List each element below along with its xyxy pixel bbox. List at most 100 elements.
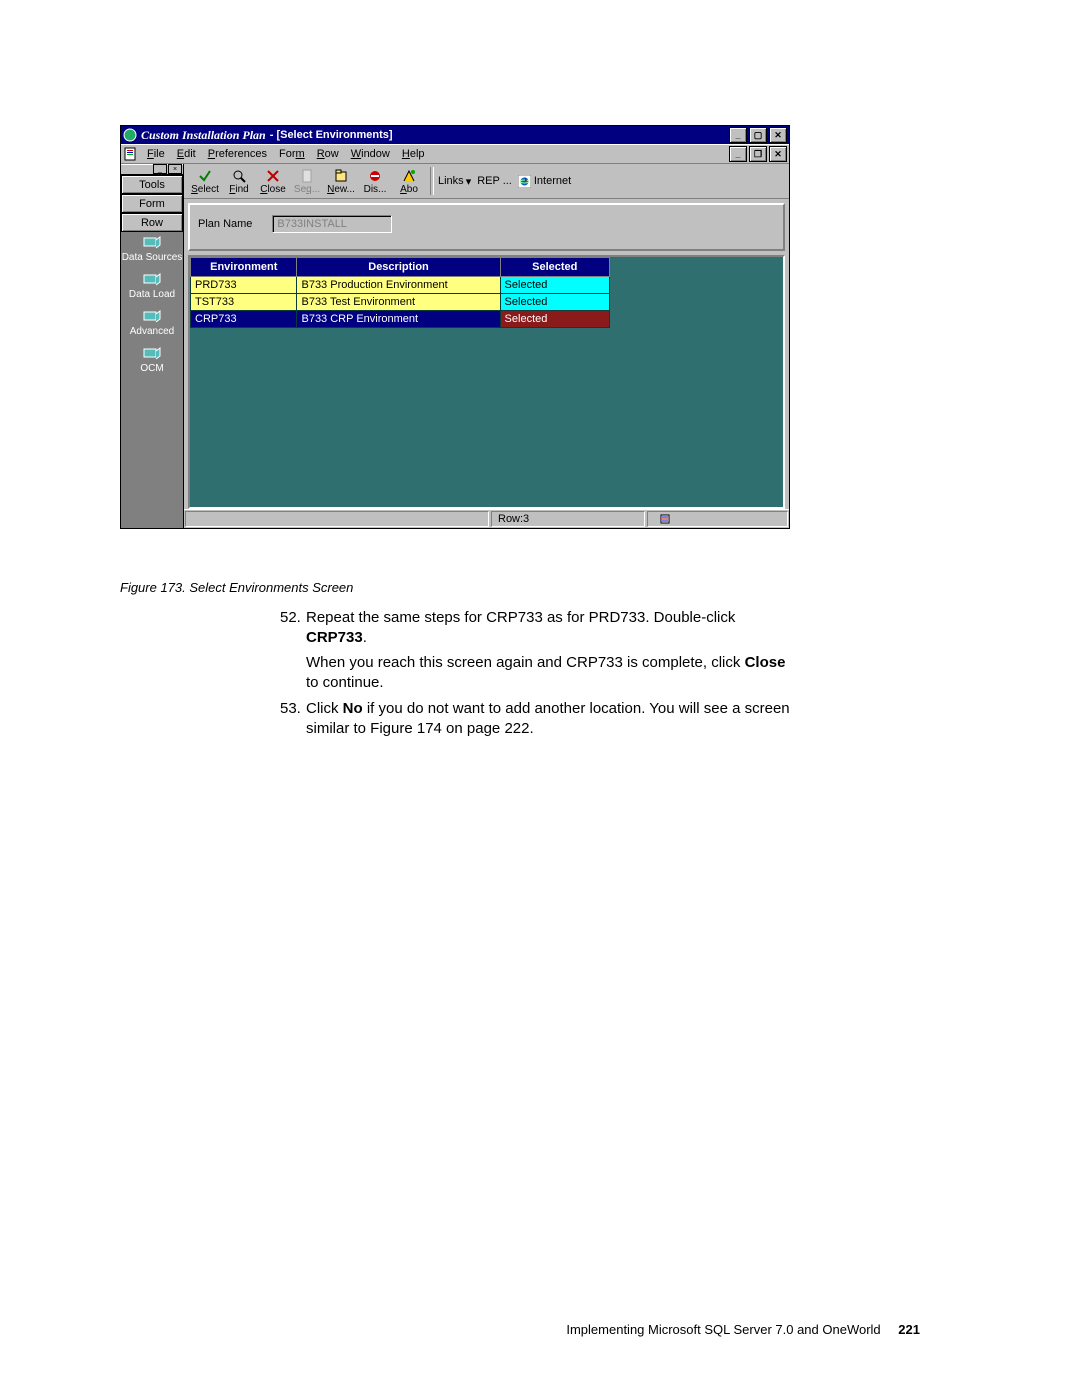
drag-icon <box>658 512 672 526</box>
menu-bar: File Edit Preferences Form Row Window He… <box>121 144 789 164</box>
col-description[interactable]: Description <box>297 258 500 277</box>
step-text: Click <box>306 700 343 717</box>
step-number: 52. <box>280 608 301 628</box>
mdi-close-button[interactable]: ✕ <box>769 146 787 162</box>
sidebar-mini-min[interactable]: _ <box>153 164 167 174</box>
data-load-icon <box>143 273 161 287</box>
sidebar-item-ocm[interactable]: OCM <box>121 343 183 380</box>
sidebar-header: _ × <box>121 164 183 175</box>
menu-row[interactable]: Row <box>311 148 345 160</box>
links-dropdown[interactable]: ▾ <box>466 175 472 188</box>
sidebar-item-data-sources[interactable]: Data Sources <box>121 232 183 269</box>
mdi-restore-button[interactable]: ❐ <box>749 146 767 162</box>
minimize-button[interactable]: _ <box>729 127 747 143</box>
status-row-text: Row:3 <box>498 513 529 525</box>
cell-environment[interactable]: PRD733 <box>191 277 297 294</box>
internet-icon <box>518 175 531 188</box>
col-environment[interactable]: Environment <box>191 258 297 277</box>
toolbar-close[interactable]: Close <box>256 168 290 195</box>
maximize-button[interactable]: ▢ <box>749 127 767 143</box>
table-row[interactable]: CRP733B733 CRP EnvironmentSelected <box>191 311 610 328</box>
mdi-minimize-button[interactable]: _ <box>729 146 747 162</box>
app-window: Custom Installation Plan - [Select Envir… <box>120 125 790 529</box>
plan-panel: Plan Name B733INSTALL <box>188 203 785 251</box>
step-text: Repeat the same steps for CRP733 as for … <box>306 609 735 626</box>
status-row: Row:3 <box>491 511 645 527</box>
cell-environment[interactable]: TST733 <box>191 294 297 311</box>
screenshot-figure: Custom Installation Plan - [Select Envir… <box>120 125 790 529</box>
sidebar-btn-label: Form <box>139 198 165 210</box>
find-icon <box>222 168 256 184</box>
menu-help[interactable]: Help <box>396 148 431 160</box>
sidebar: _ × Tools Form Row Data Sources Data Loa… <box>121 164 184 528</box>
plan-name-field[interactable]: B733INSTALL <box>272 215 392 233</box>
sidebar-btn-form[interactable]: Form <box>121 194 183 213</box>
window-subtitle: - [Select Environments] <box>270 129 393 141</box>
abo-icon <box>392 168 426 184</box>
sidebar-btn-tools[interactable]: Tools <box>121 175 183 194</box>
step-bold: CRP733 <box>306 629 363 646</box>
plan-name-label: Plan Name <box>198 218 252 230</box>
toolbar: Select Find Close Seq... New... <box>184 164 789 199</box>
menu-file[interactable]: File <box>141 148 171 160</box>
sidebar-btn-label: Tools <box>139 179 165 191</box>
page-footer: Implementing Microsoft SQL Server 7.0 an… <box>566 1322 920 1337</box>
cell-description[interactable]: B733 Test Environment <box>297 294 500 311</box>
cell-selected[interactable]: Selected <box>500 294 609 311</box>
cell-selected[interactable]: Selected <box>500 311 609 328</box>
close-button[interactable]: ✕ <box>769 127 787 143</box>
toolbar-abo[interactable]: Abo <box>392 168 426 195</box>
data-sources-icon <box>143 236 161 250</box>
step-text: if you do not want to add another locati… <box>306 700 790 737</box>
toolbar-dis[interactable]: Dis... <box>358 168 392 195</box>
sidebar-btn-label: Row <box>141 217 163 229</box>
environments-grid[interactable]: Environment Description Selected PRD733B… <box>188 255 785 509</box>
rep-link[interactable]: REP ... <box>477 175 512 187</box>
check-icon <box>188 168 222 184</box>
page-number: 221 <box>898 1322 920 1337</box>
close-icon <box>256 168 290 184</box>
window-controls: _ ▢ ✕ <box>727 127 787 143</box>
sidebar-item-label: Data Load <box>129 289 175 300</box>
footer-text: Implementing Microsoft SQL Server 7.0 an… <box>566 1322 880 1337</box>
advanced-icon <box>143 310 161 324</box>
sidebar-item-advanced[interactable]: Advanced <box>121 306 183 343</box>
step-text: to continue. <box>306 674 384 691</box>
toolbar-links: Links ▾ REP ... Internet <box>438 175 571 188</box>
cell-environment[interactable]: CRP733 <box>191 311 297 328</box>
step-text: . <box>363 629 367 646</box>
content-area: Select Find Close Seq... New... <box>184 164 789 528</box>
document-icon <box>123 147 137 161</box>
mdi-controls: _ ❐ ✕ <box>727 146 787 162</box>
menu-form[interactable]: Form <box>273 148 311 160</box>
seq-icon <box>290 168 324 184</box>
cell-selected[interactable]: Selected <box>500 277 609 294</box>
figure-caption: Figure 173. Select Environments Screen <box>120 580 353 595</box>
menu-edit[interactable]: Edit <box>171 148 202 160</box>
sidebar-item-data-load[interactable]: Data Load <box>121 269 183 306</box>
sidebar-btn-row[interactable]: Row <box>121 213 183 232</box>
cell-description[interactable]: B733 Production Environment <box>297 277 500 294</box>
toolbar-find[interactable]: Find <box>222 168 256 195</box>
step-52: 52. Repeat the same steps for CRP733 as … <box>280 608 790 693</box>
step-number: 53. <box>280 699 301 719</box>
table-row[interactable]: TST733B733 Test EnvironmentSelected <box>191 294 610 311</box>
menu-preferences[interactable]: Preferences <box>202 148 273 160</box>
instruction-text: 52. Repeat the same steps for CRP733 as … <box>280 608 790 746</box>
status-bar: Row:3 <box>184 509 789 528</box>
menu-window[interactable]: Window <box>345 148 396 160</box>
grid-header-row: Environment Description Selected <box>191 258 610 277</box>
sidebar-item-label: OCM <box>140 363 163 374</box>
toolbar-new[interactable]: New... <box>324 168 358 195</box>
cell-description[interactable]: B733 CRP Environment <box>297 311 500 328</box>
table-row[interactable]: PRD733B733 Production EnvironmentSelecte… <box>191 277 610 294</box>
step-53: 53. Click No if you do not want to add a… <box>280 699 790 740</box>
sidebar-mini-close[interactable]: × <box>168 164 182 174</box>
toolbar-select[interactable]: Select <box>188 168 222 195</box>
status-empty <box>185 511 489 527</box>
title-bar: Custom Installation Plan - [Select Envir… <box>121 126 789 144</box>
toolbar-separator <box>430 167 434 195</box>
col-selected[interactable]: Selected <box>500 258 609 277</box>
internet-link[interactable]: Internet <box>534 175 571 187</box>
step-text: When you reach this screen again and CRP… <box>306 654 745 671</box>
